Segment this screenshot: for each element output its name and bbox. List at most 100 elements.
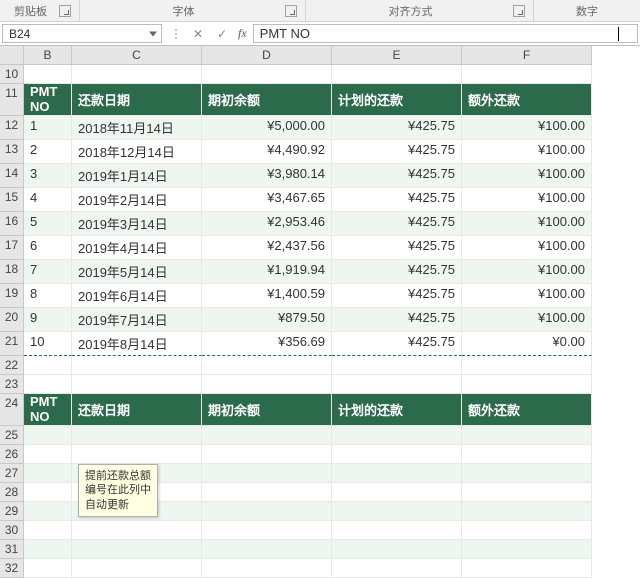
row-header[interactable]: 11 bbox=[0, 84, 24, 116]
row-header[interactable]: 28 bbox=[0, 483, 24, 502]
cell[interactable]: ¥100.00 bbox=[462, 236, 592, 260]
cell[interactable]: ¥425.75 bbox=[332, 140, 462, 164]
row-header[interactable]: 14 bbox=[0, 164, 24, 188]
cell[interactable]: ¥2,437.56 bbox=[202, 236, 332, 260]
row-header[interactable]: 15 bbox=[0, 188, 24, 212]
cell[interactable]: ¥356.69 bbox=[202, 332, 332, 356]
dialog-launcher-icon[interactable] bbox=[513, 5, 525, 17]
cell[interactable]: ¥3,467.65 bbox=[202, 188, 332, 212]
cell[interactable] bbox=[72, 356, 202, 375]
cell[interactable]: ¥100.00 bbox=[462, 164, 592, 188]
cell[interactable] bbox=[332, 483, 462, 502]
row-header[interactable]: 32 bbox=[0, 559, 24, 578]
cell[interactable]: 1 bbox=[24, 116, 72, 140]
cell[interactable] bbox=[24, 521, 72, 540]
cell[interactable]: 2018年12月14日 bbox=[72, 140, 202, 164]
cell[interactable]: 6 bbox=[24, 236, 72, 260]
row-header[interactable]: 13 bbox=[0, 140, 24, 164]
cell[interactable]: ¥425.75 bbox=[332, 116, 462, 140]
cell[interactable] bbox=[202, 445, 332, 464]
cell[interactable]: ¥2,953.46 bbox=[202, 212, 332, 236]
cell[interactable]: 2018年11月14日 bbox=[72, 116, 202, 140]
cell[interactable]: 5 bbox=[24, 212, 72, 236]
cell[interactable] bbox=[462, 464, 592, 483]
cell[interactable] bbox=[332, 65, 462, 84]
column-header[interactable]: F bbox=[462, 46, 592, 65]
cell[interactable]: ¥100.00 bbox=[462, 140, 592, 164]
row-header[interactable]: 25 bbox=[0, 426, 24, 445]
cell[interactable] bbox=[24, 559, 72, 578]
column-header[interactable]: D bbox=[202, 46, 332, 65]
cell[interactable] bbox=[462, 356, 592, 375]
cell[interactable]: ¥879.50 bbox=[202, 308, 332, 332]
column-header[interactable]: E bbox=[332, 46, 462, 65]
cell[interactable] bbox=[202, 521, 332, 540]
cell[interactable] bbox=[24, 483, 72, 502]
cell[interactable]: 2019年3月14日 bbox=[72, 212, 202, 236]
row-header[interactable]: 16 bbox=[0, 212, 24, 236]
cell[interactable]: 9 bbox=[24, 308, 72, 332]
row-header[interactable]: 29 bbox=[0, 502, 24, 521]
cell[interactable] bbox=[202, 464, 332, 483]
cell[interactable]: 3 bbox=[24, 164, 72, 188]
formula-input[interactable]: PMT NO bbox=[253, 24, 638, 43]
cell[interactable] bbox=[202, 65, 332, 84]
cell[interactable] bbox=[462, 483, 592, 502]
enter-icon[interactable]: ✓ bbox=[214, 27, 230, 41]
cell[interactable]: ¥100.00 bbox=[462, 284, 592, 308]
cell[interactable]: ¥425.75 bbox=[332, 260, 462, 284]
row-header[interactable]: 26 bbox=[0, 445, 24, 464]
cell[interactable] bbox=[202, 502, 332, 521]
cell[interactable] bbox=[332, 521, 462, 540]
cell[interactable] bbox=[72, 445, 202, 464]
cell[interactable] bbox=[462, 502, 592, 521]
cell[interactable]: ¥425.75 bbox=[332, 332, 462, 356]
cell[interactable]: ¥100.00 bbox=[462, 188, 592, 212]
cell[interactable] bbox=[202, 375, 332, 394]
cell[interactable] bbox=[24, 375, 72, 394]
cell[interactable]: ¥425.75 bbox=[332, 212, 462, 236]
row-header[interactable]: 27 bbox=[0, 464, 24, 483]
cell[interactable] bbox=[202, 483, 332, 502]
name-box[interactable]: B24 bbox=[2, 24, 162, 43]
cell[interactable] bbox=[202, 426, 332, 445]
cell[interactable] bbox=[462, 521, 592, 540]
cell[interactable] bbox=[72, 521, 202, 540]
row-header[interactable]: 19 bbox=[0, 284, 24, 308]
row-header[interactable]: 21 bbox=[0, 332, 24, 356]
row-header[interactable]: 30 bbox=[0, 521, 24, 540]
cell[interactable]: ¥0.00 bbox=[462, 332, 592, 356]
cell[interactable] bbox=[332, 426, 462, 445]
cell[interactable]: 4 bbox=[24, 188, 72, 212]
cell[interactable] bbox=[72, 65, 202, 84]
cell[interactable]: ¥5,000.00 bbox=[202, 116, 332, 140]
row-header[interactable]: 10 bbox=[0, 65, 24, 84]
cell[interactable] bbox=[202, 559, 332, 578]
row-header[interactable]: 24 bbox=[0, 394, 24, 426]
cell[interactable] bbox=[332, 445, 462, 464]
cell[interactable]: 2 bbox=[24, 140, 72, 164]
dialog-launcher-icon[interactable] bbox=[285, 5, 297, 17]
cell[interactable] bbox=[332, 502, 462, 521]
cancel-icon[interactable]: ✕ bbox=[190, 27, 206, 41]
cell[interactable] bbox=[24, 65, 72, 84]
cell[interactable] bbox=[24, 464, 72, 483]
fx-icon[interactable]: fx bbox=[238, 26, 247, 41]
cell[interactable]: 2019年7月14日 bbox=[72, 308, 202, 332]
cell[interactable]: ¥3,980.14 bbox=[202, 164, 332, 188]
cell[interactable] bbox=[72, 559, 202, 578]
cell[interactable] bbox=[24, 502, 72, 521]
cell[interactable] bbox=[462, 445, 592, 464]
column-header[interactable]: C bbox=[72, 46, 202, 65]
cell[interactable]: ¥4,490.92 bbox=[202, 140, 332, 164]
cell[interactable] bbox=[332, 375, 462, 394]
cell[interactable]: 2019年4月14日 bbox=[72, 236, 202, 260]
cell[interactable] bbox=[462, 559, 592, 578]
cell[interactable] bbox=[72, 540, 202, 559]
row-header[interactable]: 23 bbox=[0, 375, 24, 394]
cell[interactable]: ¥100.00 bbox=[462, 212, 592, 236]
cell[interactable]: ¥425.75 bbox=[332, 284, 462, 308]
cell[interactable]: 7 bbox=[24, 260, 72, 284]
cell[interactable]: 8 bbox=[24, 284, 72, 308]
cell[interactable]: 2019年8月14日 bbox=[72, 332, 202, 356]
